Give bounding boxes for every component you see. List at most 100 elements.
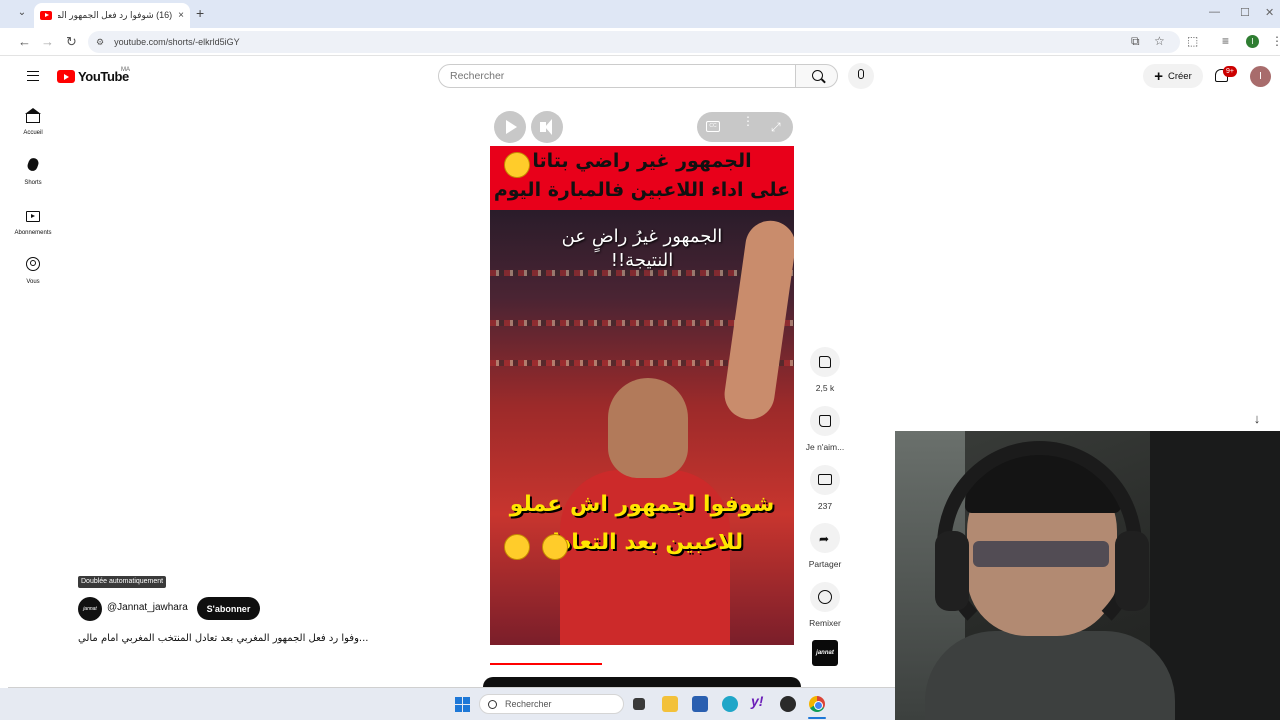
- play-button[interactable]: [494, 111, 526, 143]
- youtube-play-logo-icon: [57, 70, 75, 83]
- headset-ear-left: [935, 531, 969, 611]
- new-tab-button[interactable]: +: [196, 5, 204, 21]
- subscriptions-icon: [26, 211, 40, 222]
- home-icon: [24, 108, 41, 123]
- search-button[interactable]: [795, 64, 838, 88]
- play-icon: [506, 120, 517, 134]
- taskbar-search[interactable]: Rechercher: [479, 694, 624, 714]
- remix-button[interactable]: [810, 582, 840, 612]
- sidebar-item-subscriptions[interactable]: Abonnements: [8, 200, 58, 248]
- channel-avatar[interactable]: jannat: [78, 597, 102, 621]
- lower-caption-line-1: شوفوا لجمهور اش عملو: [509, 492, 775, 517]
- close-window-icon[interactable]: ✕: [1265, 6, 1274, 19]
- volume-button[interactable]: [531, 111, 563, 143]
- voice-search-button[interactable]: [848, 63, 874, 89]
- like-action[interactable]: 2,5 k: [804, 347, 846, 393]
- taskbar-search-icon: [488, 699, 497, 709]
- minimize-icon[interactable]: —: [1209, 6, 1220, 18]
- more-options-icon[interactable]: ⋮: [742, 115, 754, 127]
- scene-caption-line-2: النتيجة!!: [610, 250, 674, 271]
- channel-handle[interactable]: @Jannat_jawhara: [107, 602, 188, 613]
- reload-icon[interactable]: ↻: [66, 34, 77, 50]
- create-button[interactable]: + Créer: [1143, 64, 1203, 88]
- share-arrow-icon: ➦: [819, 532, 830, 546]
- scene-caption-line-1: الجمهور غيرُ راضٍ عن: [561, 226, 723, 247]
- video-frame: الجمهور غيرُ راضٍ عن النتيجة!! شوفوا لجم…: [490, 210, 794, 645]
- url-text: youtube.com/shorts/-elkrld5iGY: [114, 37, 240, 47]
- fullscreen-icon[interactable]: ⤢: [771, 120, 781, 135]
- remix-action[interactable]: Remixer: [804, 582, 846, 628]
- fan-head-shape: [608, 378, 688, 478]
- youtube-favicon-icon: [40, 11, 52, 20]
- sidebar-item-you[interactable]: Vous: [8, 249, 58, 297]
- region-code: MA: [121, 67, 130, 73]
- sidebar-item-label: Vous: [26, 279, 40, 285]
- maximize-icon[interactable]: ☐: [1240, 6, 1250, 19]
- share-action[interactable]: ➦ Partager: [804, 523, 846, 569]
- webcam-overlay: [895, 431, 1280, 720]
- short-video-player[interactable]: الجمهور غير راضي بتاتا على اداء اللاعبين…: [490, 146, 794, 645]
- headset-ear-right: [1115, 531, 1149, 611]
- chrome-taskbar-icon[interactable]: [809, 696, 825, 712]
- file-explorer-icon[interactable]: [662, 696, 678, 712]
- comments-button[interactable]: [810, 465, 840, 495]
- video-title-banner: الجمهور غير راضي بتاتا على اداء اللاعبين…: [490, 146, 794, 210]
- sidebar-item-home[interactable]: Accueil: [8, 100, 58, 148]
- youtube-header: YouTube MA + Créer 9+ I: [0, 57, 1280, 97]
- chrome-profile-avatar[interactable]: I: [1246, 35, 1259, 48]
- yahoo-app-icon[interactable]: y!: [751, 693, 767, 709]
- video-title[interactable]: ...وفوا رد فعل الجمهور المغربي بعد تعادل…: [78, 633, 378, 644]
- next-video-arrow-icon[interactable]: ↓: [1247, 411, 1267, 431]
- active-app-indicator: [808, 717, 826, 719]
- back-arrow-icon[interactable]: ←: [18, 34, 31, 49]
- player-options-pill: CC ⋮ ⤢: [697, 112, 793, 142]
- banner-line-2: على اداء اللاعبين فالمبارة اليوم: [493, 179, 791, 201]
- edge-browser-icon[interactable]: [722, 696, 738, 712]
- subscribe-button[interactable]: S'abonner: [197, 597, 260, 620]
- dislike-button[interactable]: [810, 406, 840, 436]
- channel-thumbnail[interactable]: jannat: [812, 640, 838, 666]
- extensions-puzzle-icon[interactable]: ⬚: [1187, 34, 1198, 48]
- site-info-icon[interactable]: ⚙: [96, 37, 104, 48]
- auto-dubbed-badge: Doublée automatiquement: [78, 576, 167, 588]
- media-controls-icon[interactable]: ≡: [1222, 34, 1229, 48]
- browser-tab-active[interactable]: (16) شوفوا رد فعل الجمهور المغر ×: [34, 3, 190, 28]
- create-label: Créer: [1168, 70, 1192, 82]
- comment-icon: [818, 474, 832, 485]
- bookmark-star-icon[interactable]: ☆: [1154, 34, 1165, 48]
- tab-close-icon[interactable]: ×: [178, 10, 184, 21]
- volume-icon: [540, 119, 552, 135]
- address-bar[interactable]: ⚙ youtube.com/shorts/-elkrld5iGY: [88, 31, 1180, 53]
- share-button[interactable]: ➦: [810, 523, 840, 553]
- video-progress-bar[interactable]: [490, 663, 603, 665]
- install-app-icon[interactable]: ⧉: [1131, 34, 1140, 49]
- sidebar-item-label: Accueil: [23, 130, 43, 136]
- chrome-menu-icon[interactable]: ⋮: [1271, 34, 1280, 48]
- like-button[interactable]: [810, 347, 840, 377]
- remix-label: Remixer: [809, 618, 841, 628]
- comments-action[interactable]: 237: [804, 465, 846, 511]
- search-input[interactable]: [438, 64, 796, 88]
- windows-taskbar: Rechercher y!: [0, 688, 895, 720]
- microphone-icon: [858, 69, 864, 79]
- sidebar-item-label: Abonnements: [14, 230, 52, 236]
- sidebar-item-shorts[interactable]: Shorts: [8, 150, 58, 198]
- microsoft-store-icon[interactable]: [692, 696, 708, 712]
- app-icon[interactable]: [780, 696, 796, 712]
- thumbs-down-icon: [819, 415, 831, 427]
- tab-search-chevron-icon[interactable]: ⌄: [14, 7, 30, 21]
- dislike-action[interactable]: Je n'aim...: [804, 406, 846, 452]
- like-count: 2,5 k: [815, 383, 835, 393]
- task-view-icon[interactable]: [633, 698, 645, 710]
- player-controls: CC ⋮ ⤢: [490, 108, 794, 144]
- share-label: Partager: [808, 559, 842, 569]
- windows-start-icon[interactable]: [455, 697, 470, 712]
- account-avatar[interactable]: I: [1250, 66, 1271, 87]
- banner-line-1: الجمهور غير راضي بتاتا: [532, 150, 752, 172]
- forward-arrow-icon[interactable]: →: [41, 34, 54, 49]
- browser-toolbar: ← → ↻ ⚙ youtube.com/shorts/-elkrld5iGY ⧉…: [0, 28, 1280, 56]
- plus-icon: +: [1154, 67, 1163, 85]
- menu-hamburger-icon[interactable]: [27, 71, 39, 81]
- youtube-logo[interactable]: YouTube: [57, 69, 129, 84]
- captions-icon[interactable]: CC: [706, 121, 720, 132]
